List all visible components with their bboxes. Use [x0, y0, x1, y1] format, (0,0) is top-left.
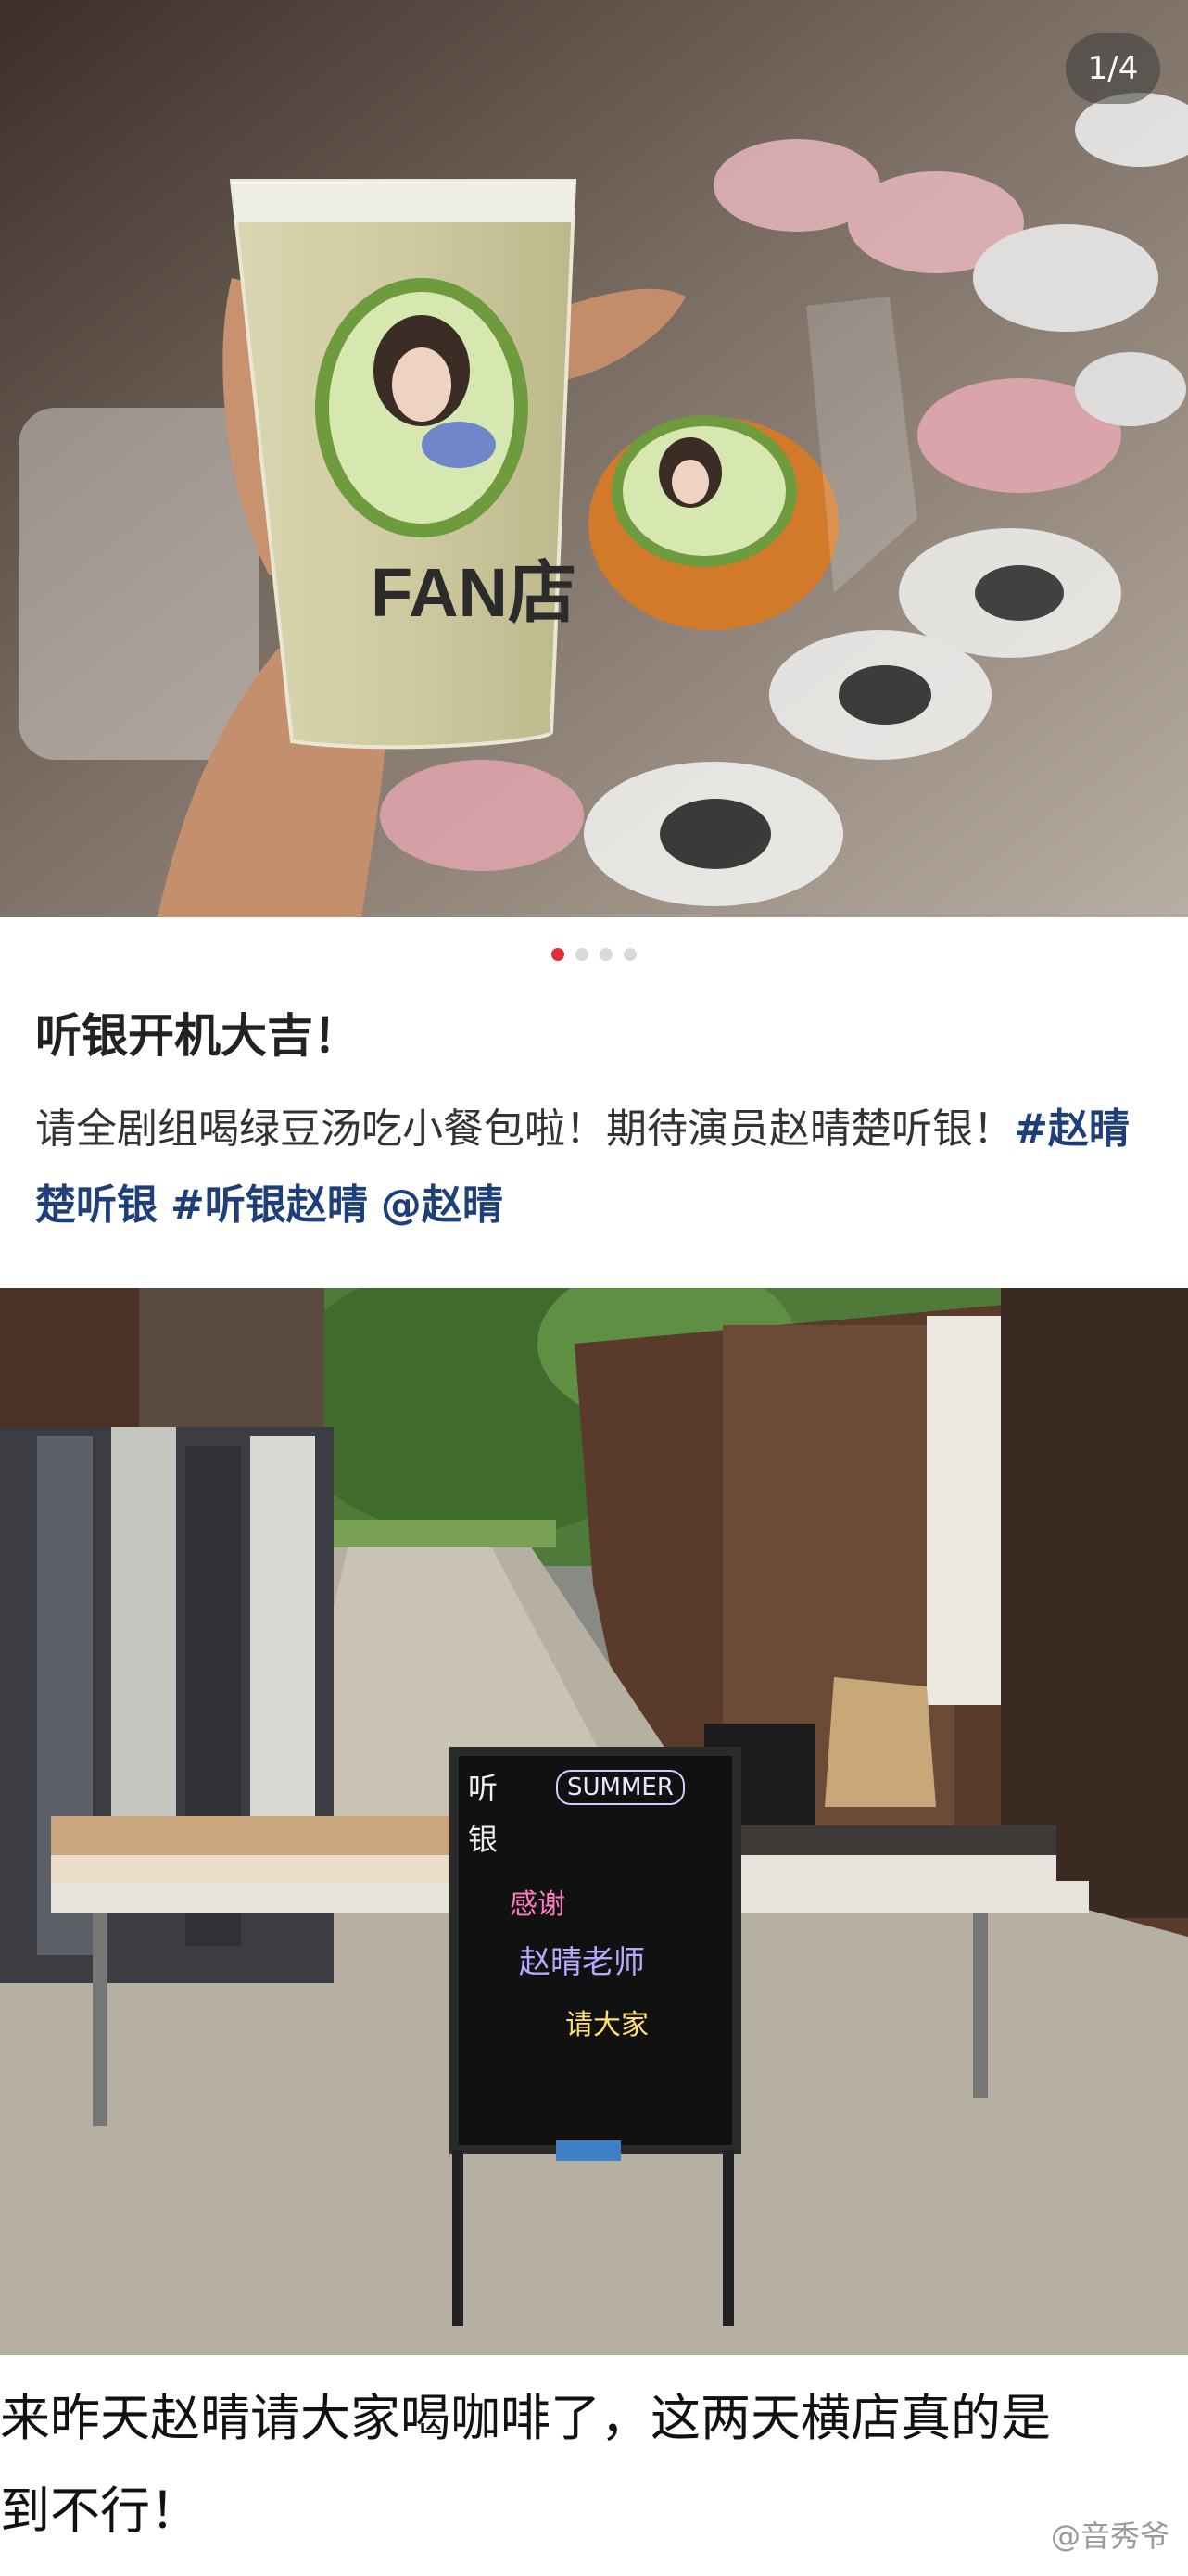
post-body-text: 请全剧组喝绿豆汤吃小餐包啦！期待演员赵晴楚听银！	[35, 1105, 1014, 1153]
carousel-indicator	[0, 947, 1188, 966]
mention-link[interactable]: @赵晴	[381, 1181, 503, 1229]
post-title: 听银开机大吉！	[35, 1009, 360, 1063]
page-counter-badge: 1/4	[1066, 33, 1160, 104]
continuation-line-1: 来昨天赵晴请大家喝咖啡了，这两天横店真的是	[0, 2389, 1051, 2447]
carousel-dot[interactable]	[575, 948, 588, 961]
weibo-watermark: @音秀爷	[1050, 2519, 1169, 2554]
chalkboard-text-treat: 请大家	[565, 2009, 649, 2041]
carousel-dot[interactable]	[551, 948, 564, 961]
chalkboard-text-summer: SUMMER	[556, 1770, 685, 1805]
chalkboard-text-yin: 银	[468, 1822, 499, 1857]
post-continuation-text: 来昨天赵晴请大家喝咖啡了，这两天横店真的是 到不行！	[0, 2372, 1188, 2557]
carousel-photo-illustration	[0, 0, 1188, 917]
post-body: 请全剧组喝绿豆汤吃小餐包啦！期待演员赵晴楚听银！#赵晴楚听银 #听银赵晴 @赵晴	[35, 1092, 1156, 1244]
photo-carousel[interactable]: FAN店 1/4	[0, 0, 1188, 917]
continuation-line-2: 到不行！	[0, 2481, 200, 2540]
photo2-illustration	[0, 1288, 1188, 2355]
carousel-dot[interactable]	[624, 948, 637, 961]
chalkboard-text-teacher: 赵晴老师	[519, 1944, 645, 1981]
post-photo-2[interactable]: 听 银 SUMMER 感谢 赵晴老师 请大家	[0, 1288, 1188, 2355]
chalkboard-text-ting: 听	[468, 1771, 499, 1806]
carousel-dot[interactable]	[600, 948, 613, 961]
chalkboard-text-thanks: 感谢	[510, 1888, 565, 1921]
hashtag-link[interactable]: #听银赵晴	[171, 1181, 368, 1229]
cup-brand-text: FAN店	[371, 554, 576, 631]
